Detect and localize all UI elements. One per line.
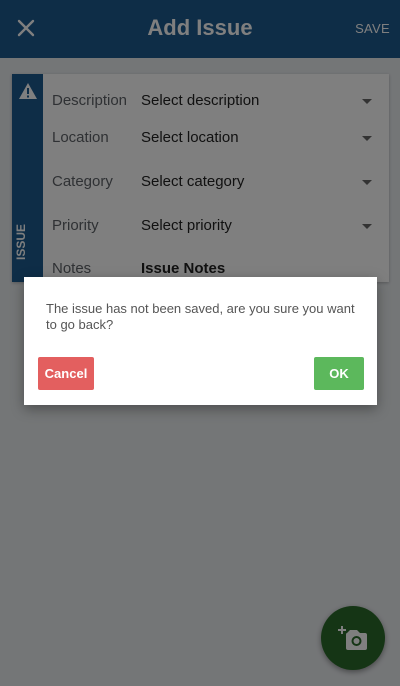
dialog-message: The issue has not been saved, are you su…	[46, 301, 355, 332]
cancel-button[interactable]: Cancel	[38, 357, 94, 390]
confirm-dialog: The issue has not been saved, are you su…	[24, 277, 377, 405]
ok-button[interactable]: OK	[314, 357, 364, 390]
